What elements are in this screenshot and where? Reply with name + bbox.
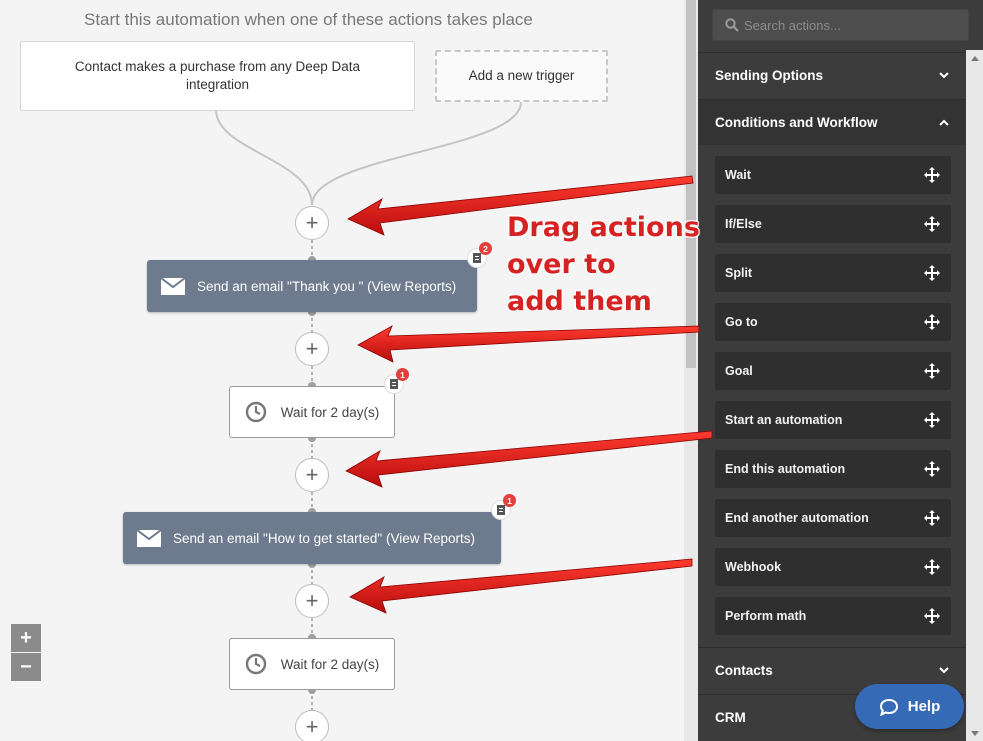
action-label: If/Else	[725, 217, 762, 231]
move-icon[interactable]	[923, 411, 941, 429]
document-icon	[473, 253, 481, 263]
document-icon	[497, 505, 505, 515]
search-icon	[725, 18, 739, 32]
chevron-up-icon	[939, 119, 949, 126]
automation-canvas[interactable]: Start this automation when one of these …	[0, 0, 684, 741]
action-label: Perform math	[725, 609, 807, 623]
section-sending-options[interactable]: Sending Options	[698, 52, 966, 98]
add-action-button[interactable]: +	[295, 206, 329, 240]
canvas-connectors	[215, 101, 522, 710]
action-end-this-automation[interactable]: End this automation	[715, 450, 951, 488]
wait-node[interactable]: Wait for 2 day(s)	[229, 386, 395, 438]
move-icon[interactable]	[923, 264, 941, 282]
move-icon[interactable]	[923, 460, 941, 478]
search-actions-input[interactable]	[744, 17, 964, 33]
action-if-else[interactable]: If/Else	[715, 205, 951, 243]
reports-badge[interactable]: 2	[467, 242, 492, 268]
action-label: Start an automation	[725, 413, 843, 427]
email-node-label: Send an email "Thank you " (View Reports…	[197, 278, 457, 294]
wait-node-label: Wait for 2 day(s)	[280, 404, 380, 420]
badge-count: 1	[396, 368, 409, 381]
action-label: Webhook	[725, 560, 782, 574]
move-icon[interactable]	[923, 166, 941, 184]
add-action-button[interactable]: +	[295, 584, 329, 618]
panel-scrollbar[interactable]	[966, 50, 983, 741]
action-start-an-automation[interactable]: Start an automation	[715, 401, 951, 439]
annotation-line: Drag actions	[507, 212, 700, 243]
action-webhook[interactable]: Webhook	[715, 548, 951, 586]
scroll-up-icon[interactable]	[971, 56, 979, 61]
section-conditions-and-workflow[interactable]: Conditions and Workflow	[698, 99, 966, 145]
action-end-another-automation[interactable]: End another automation	[715, 499, 951, 537]
section-label: Contacts	[715, 663, 773, 678]
badge-count: 2	[479, 242, 492, 255]
action-perform-math[interactable]: Perform math	[715, 597, 951, 635]
canvas-scrollbar[interactable]	[684, 0, 698, 741]
reports-badge[interactable]: 1	[384, 368, 409, 394]
section-label: CRM	[715, 710, 746, 725]
add-action-button[interactable]: +	[295, 332, 329, 366]
action-label: Wait	[725, 168, 751, 182]
move-icon[interactable]	[923, 558, 941, 576]
action-label: End another automation	[725, 511, 869, 525]
wait-node[interactable]: Wait for 2 day(s)	[229, 638, 395, 690]
zoom-out-button[interactable]: −	[11, 653, 41, 681]
move-icon[interactable]	[923, 607, 941, 625]
email-node-how-to-get-started[interactable]: Send an email "How to get started" (View…	[123, 512, 501, 564]
move-icon[interactable]	[923, 215, 941, 233]
clock-icon	[245, 401, 266, 423]
help-label: Help	[907, 698, 941, 715]
section-label: Conditions and Workflow	[715, 115, 878, 130]
annotation-line: add them	[507, 286, 652, 317]
move-icon[interactable]	[923, 362, 941, 380]
envelope-icon	[161, 277, 185, 295]
document-icon	[390, 379, 398, 389]
add-action-button[interactable]: +	[295, 458, 329, 492]
annotation-line: over to	[507, 249, 616, 280]
move-icon[interactable]	[923, 509, 941, 527]
action-label: Go to	[725, 315, 758, 329]
action-wait[interactable]: Wait	[715, 156, 951, 194]
drag-actions-annotation: Drag actions over to add them	[507, 209, 700, 320]
chevron-down-icon	[939, 667, 949, 674]
automation-start-text: Start this automation when one of these …	[84, 10, 533, 29]
add-action-button[interactable]: +	[295, 710, 329, 741]
wait-node-label: Wait for 2 day(s)	[280, 656, 380, 672]
add-trigger-button[interactable]: Add a new trigger	[435, 50, 608, 102]
move-icon[interactable]	[923, 313, 941, 331]
scroll-down-icon[interactable]	[971, 731, 979, 736]
action-split[interactable]: Split	[715, 254, 951, 292]
email-node-label: Send an email "How to get started" (View…	[173, 530, 475, 546]
action-label: Split	[725, 266, 753, 280]
reports-badge[interactable]: 1	[491, 494, 516, 520]
action-go-to[interactable]: Go to	[715, 303, 951, 341]
search-box[interactable]	[712, 9, 969, 41]
clock-icon	[245, 653, 266, 675]
badge-count: 1	[503, 494, 516, 507]
chevron-down-icon	[939, 72, 949, 79]
actions-panel: Sending Options Conditions and Workflow …	[698, 0, 983, 741]
action-label: Goal	[725, 364, 753, 378]
action-goal[interactable]: Goal	[715, 352, 951, 390]
envelope-icon	[137, 529, 161, 547]
trigger-purchase[interactable]: Contact makes a purchase from any Deep D…	[20, 41, 415, 111]
section-label: Sending Options	[715, 68, 823, 83]
action-label: End this automation	[725, 462, 846, 476]
zoom-in-button[interactable]: +	[11, 624, 41, 652]
email-node-thank-you[interactable]: Send an email "Thank you " (View Reports…	[147, 260, 477, 312]
chat-bubble-icon	[879, 698, 898, 716]
help-button[interactable]: Help	[855, 684, 964, 729]
